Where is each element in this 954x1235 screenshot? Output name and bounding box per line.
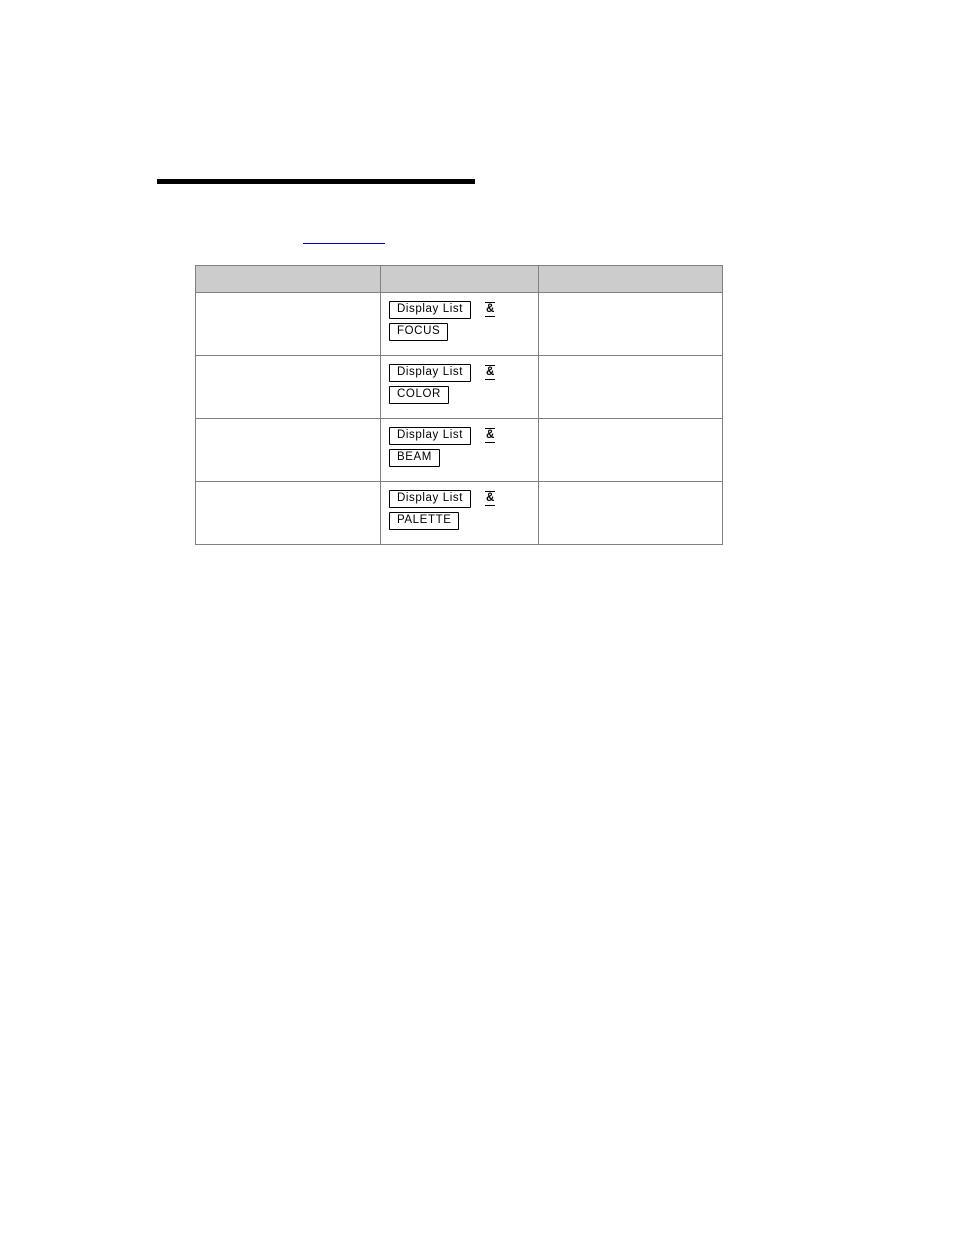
row-2-keys-cell: Display List & COLOR xyxy=(380,355,539,419)
row-3-notes-cell xyxy=(538,418,723,482)
shortcut-table: Display List & FOCUS Display List & COLO… xyxy=(195,265,723,545)
key-color[interactable]: COLOR xyxy=(389,386,449,404)
row-1-notes-cell xyxy=(538,292,723,356)
key-focus[interactable]: FOCUS xyxy=(389,323,449,341)
row-3-description-text xyxy=(196,419,380,467)
row-1-notes-text xyxy=(539,293,722,341)
key-conjunction: & xyxy=(485,365,496,380)
table-row: Display List & COLOR xyxy=(195,355,723,419)
row-4-key-line-1: Display List & xyxy=(389,490,532,508)
key-conjunction: & xyxy=(485,491,496,506)
key-display-list[interactable]: Display List xyxy=(389,490,471,508)
table-header xyxy=(195,265,723,293)
document-page: Display List & FOCUS Display List & COLO… xyxy=(0,0,954,1235)
table-body: Display List & FOCUS Display List & COLO… xyxy=(195,292,723,545)
row-1-description-cell xyxy=(195,292,381,356)
key-display-list[interactable]: Display List xyxy=(389,364,471,382)
section-rule xyxy=(157,179,475,184)
row-1-keys-cell: Display List & FOCUS xyxy=(380,292,539,356)
cross-reference-link[interactable] xyxy=(303,229,385,244)
column-header-1 xyxy=(195,265,381,293)
table-row: Display List & FOCUS xyxy=(195,292,723,356)
row-3-notes-text xyxy=(539,419,722,467)
row-2-description-cell xyxy=(195,355,381,419)
row-2-key-line-1: Display List & xyxy=(389,364,532,382)
table-header-row xyxy=(195,265,723,293)
row-1-key-line-1: Display List & xyxy=(389,301,532,319)
column-header-3 xyxy=(538,265,723,293)
table-row: Display List & PALETTE xyxy=(195,481,723,545)
key-conjunction: & xyxy=(485,302,496,317)
row-4-notes-text xyxy=(539,482,722,530)
row-1-description-text xyxy=(196,293,380,341)
row-4-key-combination: Display List & PALETTE xyxy=(381,482,538,536)
row-3-key-line-1: Display List & xyxy=(389,427,532,445)
column-header-2 xyxy=(380,265,539,293)
row-1-key-line-2: FOCUS xyxy=(389,323,532,341)
key-palette[interactable]: PALETTE xyxy=(389,512,460,530)
row-2-description-text xyxy=(196,356,380,404)
key-beam[interactable]: BEAM xyxy=(389,449,440,467)
row-3-description-cell xyxy=(195,418,381,482)
row-4-description-cell xyxy=(195,481,381,545)
row-4-key-line-2: PALETTE xyxy=(389,512,532,530)
row-3-keys-cell: Display List & BEAM xyxy=(380,418,539,482)
row-2-notes-text xyxy=(539,356,722,404)
row-2-key-line-2: COLOR xyxy=(389,386,532,404)
row-4-notes-cell xyxy=(538,481,723,545)
row-3-key-line-2: BEAM xyxy=(389,449,532,467)
row-2-key-combination: Display List & COLOR xyxy=(381,356,538,410)
key-display-list[interactable]: Display List xyxy=(389,301,471,319)
key-conjunction: & xyxy=(485,428,496,443)
key-display-list[interactable]: Display List xyxy=(389,427,471,445)
row-4-keys-cell: Display List & PALETTE xyxy=(380,481,539,545)
row-4-description-text xyxy=(196,482,380,530)
row-1-key-combination: Display List & FOCUS xyxy=(381,293,538,347)
table-row: Display List & BEAM xyxy=(195,418,723,482)
row-2-notes-cell xyxy=(538,355,723,419)
row-3-key-combination: Display List & BEAM xyxy=(381,419,538,473)
